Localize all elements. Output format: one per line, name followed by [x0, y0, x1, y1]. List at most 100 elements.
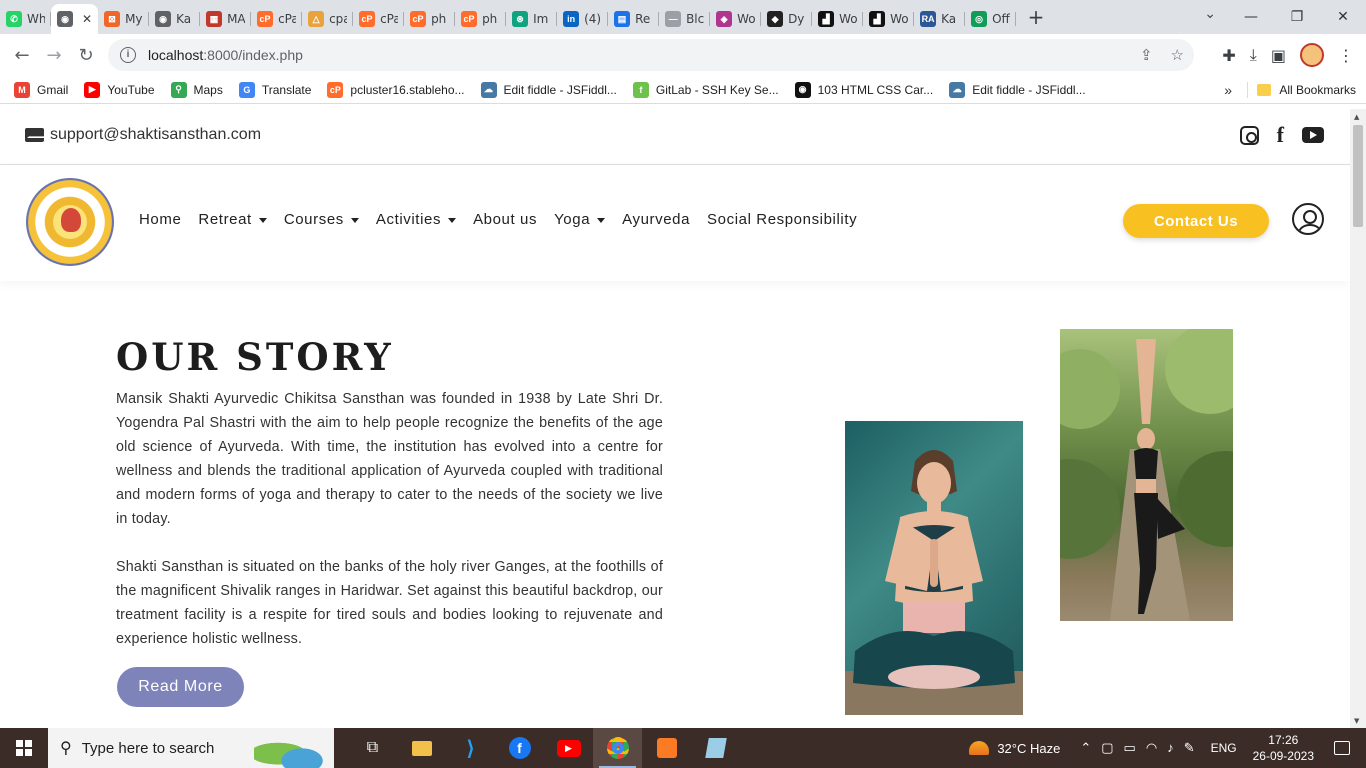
taskbar-search[interactable]: ⚲ Type here to search — [48, 728, 334, 768]
user-account-icon[interactable] — [1292, 203, 1324, 235]
browser-tab[interactable]: — Blc — [659, 4, 711, 34]
battery-icon[interactable]: ▭ — [1124, 740, 1136, 756]
browser-tab[interactable]: cP ph — [455, 4, 507, 34]
caret-down-icon — [448, 217, 457, 223]
vscode-icon[interactable]: ⟩ — [446, 728, 495, 768]
minimize-button[interactable]: — — [1228, 9, 1274, 25]
browser-tab[interactable]: RA Ka — [914, 4, 966, 34]
tab-search-chevron-icon[interactable]: ⌄ — [1204, 6, 1216, 22]
chevron-up-icon[interactable]: ⌃ — [1080, 740, 1091, 756]
support-email-link[interactable]: support@shaktisansthan.com — [25, 126, 261, 144]
windows-taskbar: ⚲ Type here to search ⧉ ⟩ f ▶ 32°C Haze … — [0, 728, 1366, 768]
bookmark-item[interactable]: f GitLab - SSH Key Se... — [632, 81, 779, 98]
xampp-icon[interactable] — [642, 728, 691, 768]
scroll-up-arrow-icon[interactable]: ▲ — [1354, 113, 1359, 121]
back-button[interactable]: ← — [6, 39, 38, 71]
nav-item-label: Social Responsibility — [707, 211, 858, 228]
reload-button[interactable]: ↻ — [70, 39, 102, 71]
notifications-icon[interactable] — [1334, 741, 1350, 755]
bookmark-item[interactable]: G Translate — [238, 81, 311, 98]
youtube-icon[interactable] — [1302, 127, 1324, 143]
side-panel-icon[interactable]: ▣ — [1271, 46, 1286, 65]
browser-tab[interactable]: ▦ MA — [200, 4, 252, 34]
site-logo[interactable] — [26, 178, 114, 266]
download-icon[interactable]: ⤓ — [1250, 45, 1257, 65]
address-bar[interactable]: i localhost:8000/index.php ⇪ ☆ — [108, 39, 1194, 71]
tab-favicon-icon: ⊛ — [512, 11, 529, 27]
facebook-icon[interactable]: f — [1277, 124, 1284, 146]
meet-now-icon[interactable]: ▢ — [1101, 740, 1113, 756]
nav-item-social-responsibility[interactable]: Social Responsibility — [707, 211, 857, 228]
nav-item-home[interactable]: Home — [139, 211, 181, 228]
instagram-icon[interactable] — [1239, 125, 1259, 145]
browser-tab[interactable]: cP cPa — [353, 4, 405, 34]
nav-item-label: Retreat — [198, 211, 252, 228]
bookmarks-overflow-button[interactable]: » — [1224, 82, 1232, 98]
bookmark-item[interactable]: cP pcluster16.stableho... — [327, 81, 465, 98]
file-explorer-icon[interactable] — [397, 728, 446, 768]
forward-button[interactable]: → — [38, 39, 70, 71]
browser-tab[interactable]: ◉ Ka — [149, 4, 201, 34]
bookmark-star-icon[interactable]: ☆ — [1171, 46, 1184, 64]
browser-tab[interactable]: cP ph — [404, 4, 456, 34]
language-indicator[interactable]: ENG — [1211, 741, 1237, 755]
bookmark-item[interactable]: ⚲ Maps — [170, 81, 223, 98]
page-scrollbar[interactable]: ▲ ▼ — [1350, 109, 1366, 728]
bookmark-item[interactable]: ☁ Edit fiddle - JSFiddl... — [949, 81, 1086, 98]
nav-item-courses[interactable]: Courses — [284, 211, 359, 228]
clock[interactable]: 17:26 26-09-2023 — [1253, 732, 1314, 764]
browser-tab[interactable]: ◉ ✕ — [51, 4, 99, 34]
read-more-button[interactable]: Read More — [117, 667, 244, 707]
site-info-icon[interactable]: i — [120, 47, 136, 63]
nav-item-retreat[interactable]: Retreat — [198, 211, 267, 228]
scroll-down-arrow-icon[interactable]: ▼ — [1354, 717, 1359, 725]
notepad-icon[interactable] — [691, 728, 740, 768]
browser-tab[interactable]: ◆ Dy — [761, 4, 813, 34]
all-bookmarks-button[interactable]: All Bookmarks — [1257, 83, 1356, 97]
restore-button[interactable]: ❐ — [1274, 9, 1320, 25]
browser-tab[interactable]: ▤ Re — [608, 4, 660, 34]
wifi-icon[interactable]: ◠ — [1146, 740, 1157, 756]
bookmark-item[interactable]: ◉ 103 HTML CSS Car... — [794, 81, 933, 98]
volume-icon[interactable]: ♪ — [1167, 740, 1174, 756]
browser-tab[interactable]: ⊠ My — [98, 4, 150, 34]
nav-item-ayurveda[interactable]: Ayurveda — [622, 211, 690, 228]
bookmark-item[interactable]: M Gmail — [14, 81, 68, 98]
weather-widget[interactable]: 32°C Haze — [969, 741, 1060, 756]
browser-tab[interactable]: ▟ Wo — [812, 4, 864, 34]
meditation-illustration — [845, 450, 1023, 715]
start-button[interactable] — [0, 728, 48, 768]
browser-tab[interactable]: ◎ Off — [965, 4, 1017, 34]
task-view-icon[interactable]: ⧉ — [348, 728, 397, 768]
browser-tab[interactable]: ▟ Wo — [863, 4, 915, 34]
close-window-button[interactable]: ✕ — [1320, 9, 1366, 25]
tab-close-icon[interactable]: ✕ — [82, 12, 92, 26]
contact-us-button[interactable]: Contact Us — [1123, 204, 1269, 238]
pen-icon[interactable]: ✎ — [1184, 740, 1195, 756]
bookmark-item[interactable]: ☁ Edit fiddle - JSFiddl... — [480, 81, 617, 98]
browser-tab[interactable]: in (4) — [557, 4, 609, 34]
profile-avatar[interactable] — [1300, 43, 1324, 67]
browser-tab[interactable]: ⊛ Im — [506, 4, 558, 34]
youtube-app-icon[interactable]: ▶ — [544, 728, 593, 768]
more-menu-icon[interactable]: ⋮ — [1338, 46, 1354, 65]
browser-tab[interactable]: ✆ Wh — [0, 4, 51, 34]
chrome-icon[interactable] — [593, 728, 642, 768]
share-icon[interactable]: ⇪ — [1140, 46, 1153, 64]
nav-item-activities[interactable]: Activities — [376, 211, 457, 228]
extensions-puzzle-icon[interactable]: ✚ — [1222, 46, 1235, 65]
nav-item-about-us[interactable]: About us — [473, 211, 537, 228]
browser-tab[interactable]: ◈ Wo — [710, 4, 762, 34]
new-tab-button[interactable]: + — [1022, 5, 1050, 29]
nav-item-yoga[interactable]: Yoga — [554, 211, 606, 228]
facebook-app-icon[interactable]: f — [495, 728, 544, 768]
browser-tab[interactable]: cP cPa — [251, 4, 303, 34]
clock-date: 26-09-2023 — [1252, 749, 1314, 763]
scrollbar-thumb[interactable] — [1353, 125, 1363, 227]
bookmark-item[interactable]: ▶ YouTube — [84, 81, 155, 98]
tab-favicon-icon: cP — [410, 11, 427, 27]
tab-favicon-icon: ◉ — [155, 11, 172, 27]
browser-tab[interactable]: △ cpa — [302, 4, 354, 34]
nav-item-label: About us — [473, 211, 538, 228]
tab-favicon-icon: cP — [461, 11, 478, 27]
